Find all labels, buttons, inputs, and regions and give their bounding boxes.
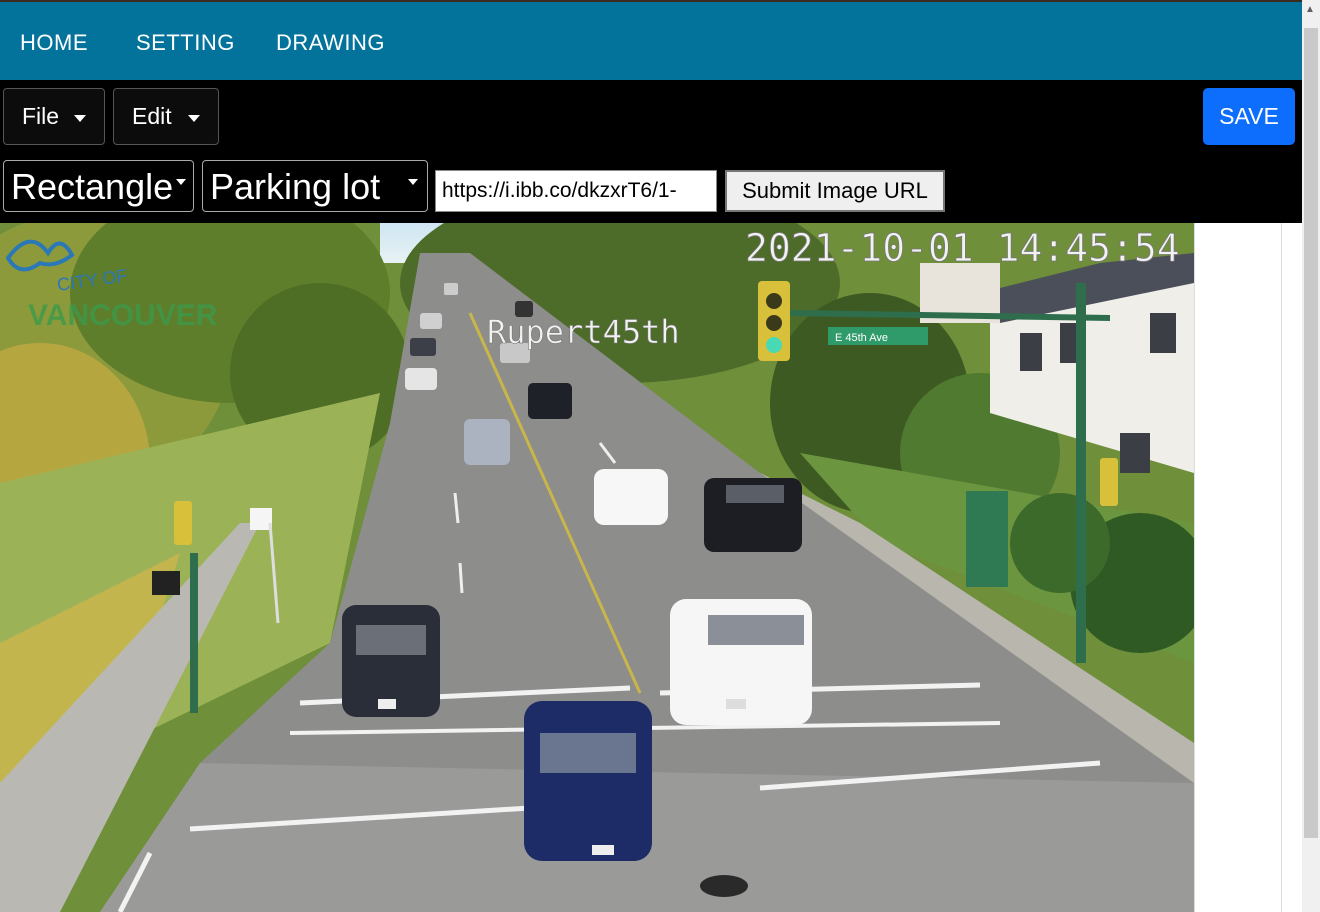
file-menu-label: File: [22, 103, 60, 129]
chevron-down-icon: [408, 179, 418, 185]
logo-text-line2: VANCOUVER: [28, 299, 218, 332]
scrollbar-thumb[interactable]: [1304, 28, 1318, 838]
caret-down-icon: [74, 115, 86, 122]
street-sign: E 45th Ave: [835, 332, 888, 344]
caret-down-icon: [188, 115, 200, 122]
category-select[interactable]: Parking lot: [202, 160, 428, 212]
shape-type-value: Rectangle: [11, 166, 174, 207]
shape-type-select[interactable]: Rectangle: [3, 160, 194, 212]
submit-image-url-button[interactable]: Submit Image URL: [725, 170, 945, 212]
top-navbar: HOME SETTING DRAWING: [0, 0, 1302, 80]
camera-timestamp: 2021-10-01 14:45:54: [745, 226, 1180, 270]
drawing-toolbar: File Edit SAVE Rectangle Parking lot htt…: [0, 80, 1302, 223]
category-value: Parking lot: [210, 166, 381, 207]
camera-location-label: Rupert45th: [487, 313, 680, 351]
canvas-side-margin: [1194, 223, 1303, 912]
nav-home-link[interactable]: HOME: [20, 30, 88, 56]
image-url-input[interactable]: https://i.ibb.co/dkzxrT6/1-: [435, 170, 717, 212]
page-scrollbar[interactable]: ▲: [1302, 0, 1320, 912]
scroll-up-icon[interactable]: ▲: [1305, 4, 1315, 15]
chevron-down-icon: [176, 179, 186, 185]
nav-setting-link[interactable]: SETTING: [136, 30, 235, 56]
file-menu-button[interactable]: File: [3, 88, 105, 145]
camera-image: 2021-10-01 14:45:54 Rupert45th CITY OF V…: [0, 223, 1194, 912]
edit-menu-label: Edit: [132, 103, 172, 129]
traffic-camera-canvas[interactable]: 2021-10-01 14:45:54 Rupert45th CITY OF V…: [0, 223, 1194, 912]
nav-drawing-link[interactable]: DRAWING: [276, 30, 385, 56]
save-button[interactable]: SAVE: [1203, 88, 1295, 145]
divider: [1281, 223, 1282, 912]
edit-menu-button[interactable]: Edit: [113, 88, 219, 145]
